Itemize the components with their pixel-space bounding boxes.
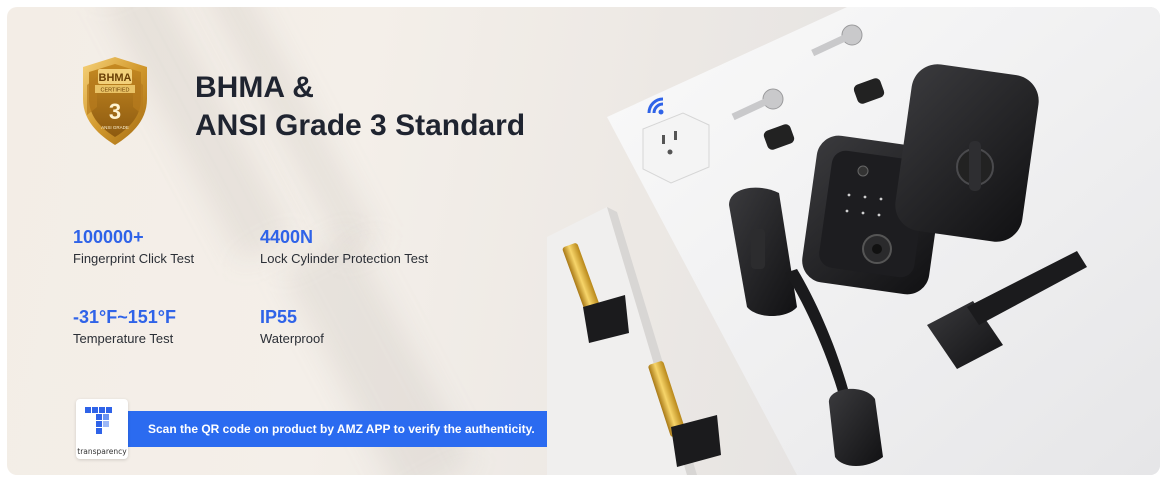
stat-value: 4400N [260, 227, 314, 247]
badge-bottom-text: ANSI GRADE [101, 125, 129, 130]
badge-sub-text: CERTIFIED [101, 88, 130, 94]
transparency-label: transparency [77, 447, 127, 456]
badge-grade-number: 3 [109, 99, 121, 124]
stat-label: Temperature Test [73, 331, 174, 346]
product-image [547, 7, 1160, 475]
stat-value: -31°F~151°F [73, 307, 176, 327]
headline-line-1: BHMA & [195, 71, 314, 104]
badge-top-text: BHMA [99, 72, 132, 84]
stat-temperature: -31°F~151°F Temperature Test [73, 306, 176, 348]
stat-label: Fingerprint Click Test [73, 251, 195, 266]
stat-label: Waterproof [260, 331, 324, 346]
stat-cylinder: 4400N Lock Cylinder Protection Test [260, 226, 428, 268]
stat-waterproof: IP55 Waterproof [260, 306, 324, 348]
headline-line-2: ANSI Grade 3 Standard [195, 109, 526, 142]
product-banner: BHMA CERTIFIED 3 ANSI GRADE BHMA & ANSI … [7, 7, 1160, 475]
interior-lock [895, 64, 1039, 242]
stat-fingerprint: 100000+ Fingerprint Click Test [73, 226, 194, 268]
stat-value: IP55 [260, 307, 298, 327]
stat-value: 100000+ [73, 227, 144, 247]
bhma-badge-icon: BHMA CERTIFIED 3 ANSI GRADE [79, 55, 151, 147]
transparency-logo-icon: transparency [76, 399, 128, 459]
stat-label: Lock Cylinder Protection Test [260, 251, 429, 266]
page-title: BHMA & ANSI Grade 3 Standard [195, 69, 525, 145]
